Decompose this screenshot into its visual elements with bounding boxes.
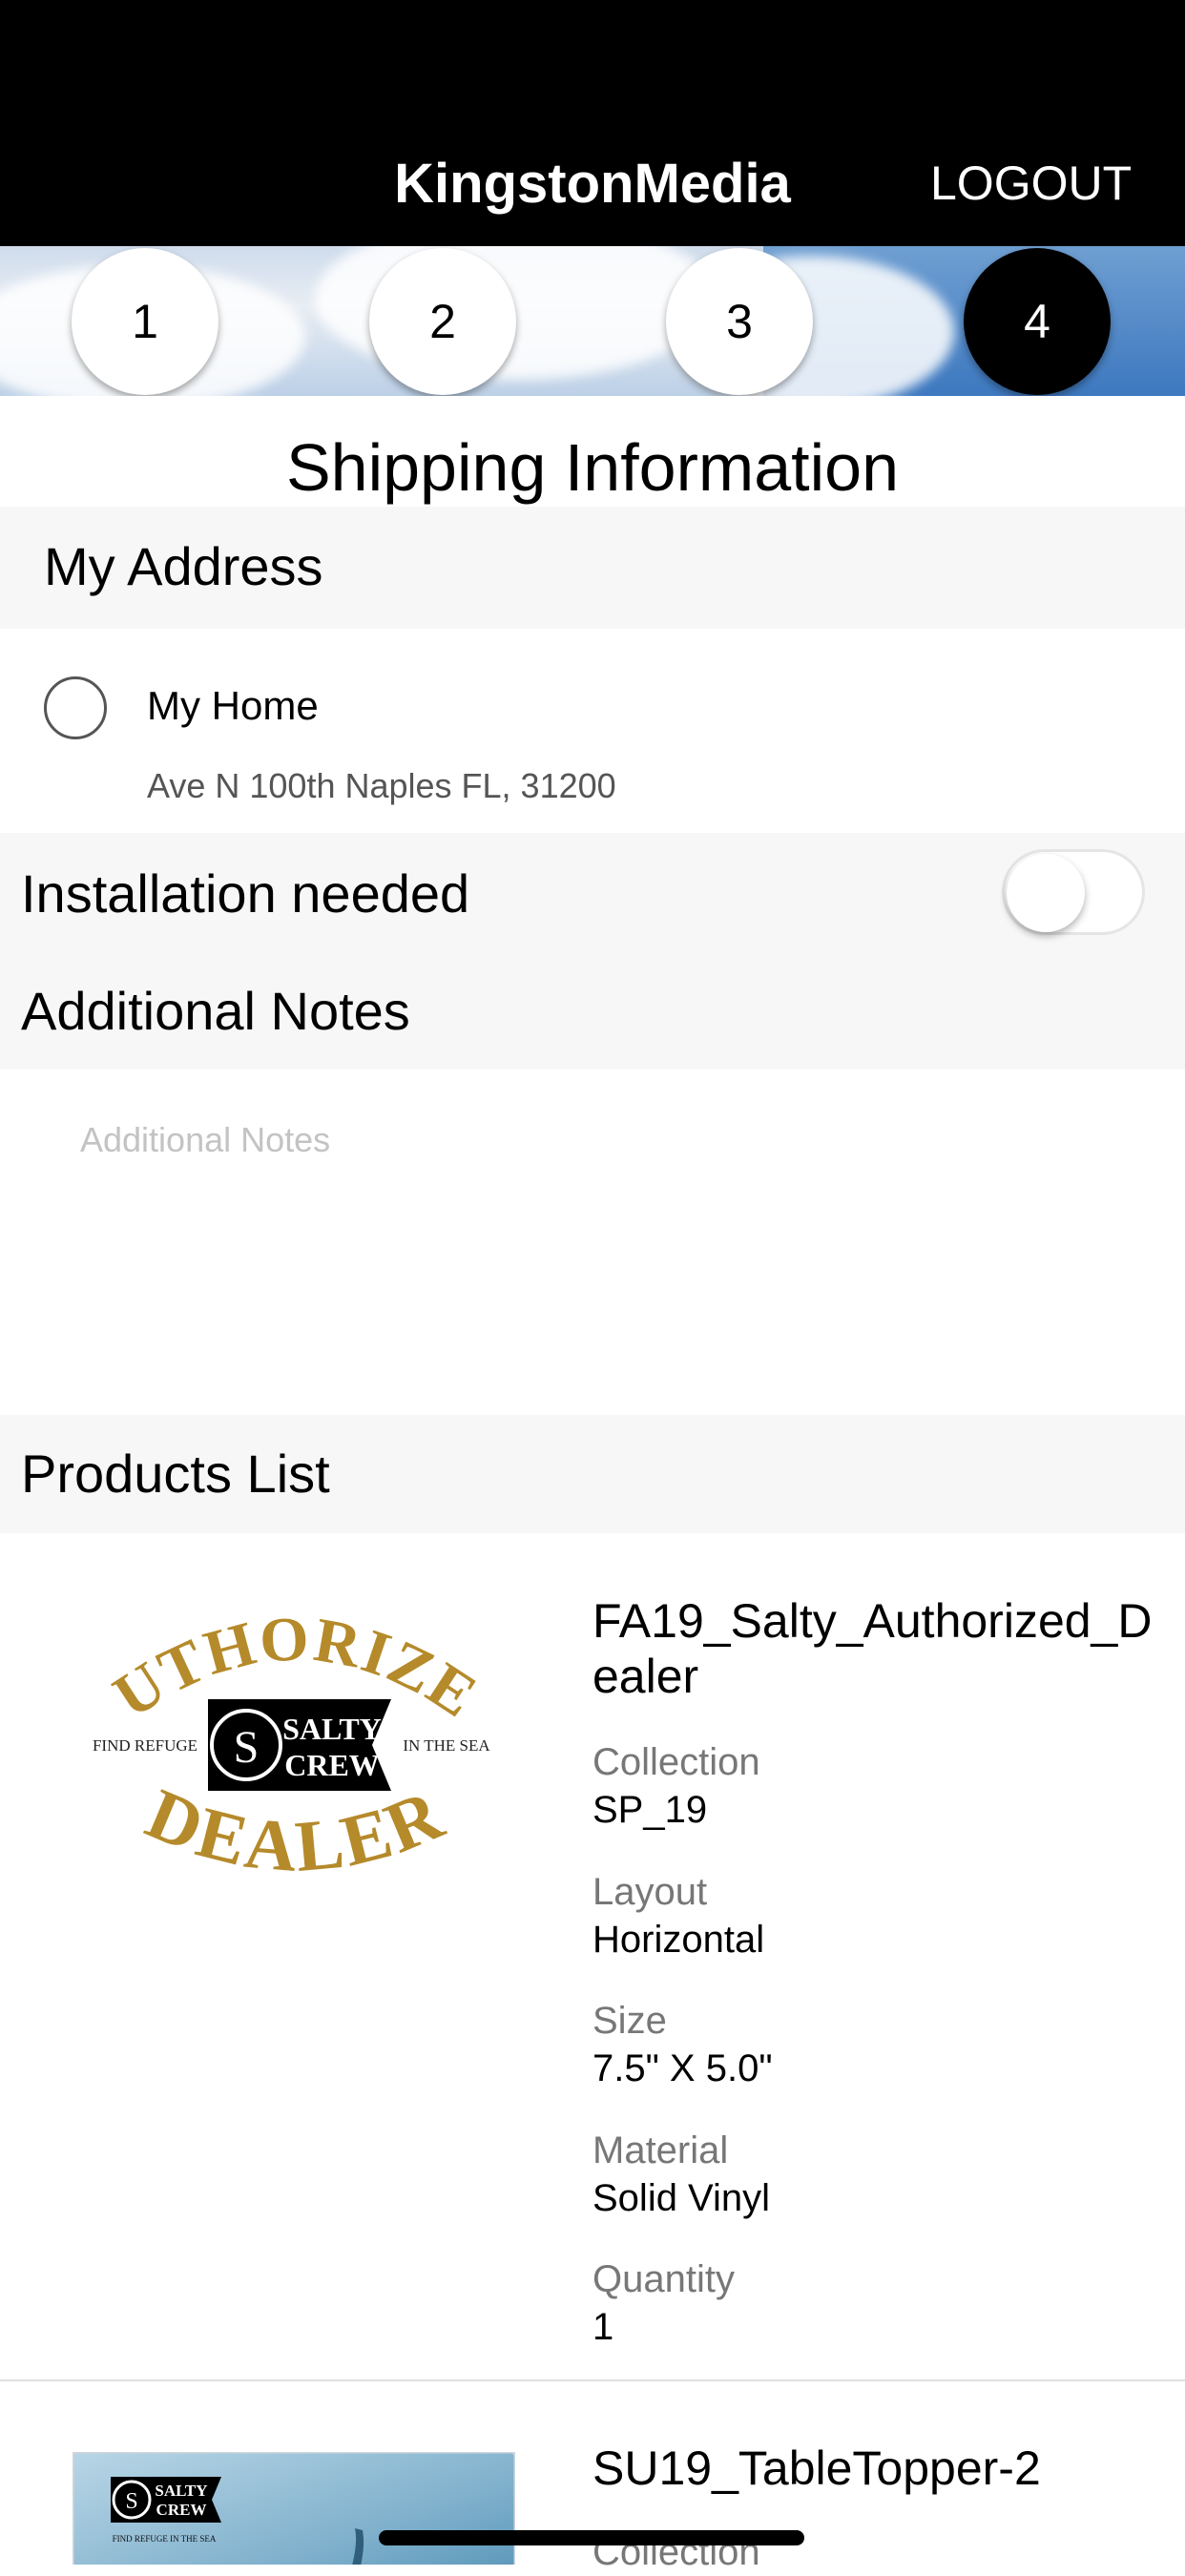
layout-label: Layout	[592, 1871, 708, 1913]
my-address-label: My Address	[44, 536, 323, 596]
toggle-knob	[1007, 854, 1085, 932]
logo-s-mark: S	[234, 1722, 260, 1773]
step-indicator: 1 2 3 4	[0, 246, 1185, 396]
home-indicator	[379, 2530, 804, 2545]
collection-value: SP_19	[592, 1789, 708, 1831]
products-list-label: Products List	[21, 1444, 330, 1504]
material-value: Solid Vinyl	[592, 2177, 771, 2219]
address-radio[interactable]	[44, 676, 107, 739]
step-4[interactable]: 4	[964, 248, 1111, 395]
additional-notes-label: Additional Notes	[21, 981, 410, 1041]
thumbnail-tagline: FIND REFUGE IN THE SEA	[113, 2534, 217, 2544]
size-value: 7.5" X 5.0"	[592, 2047, 773, 2089]
step-2[interactable]: 2	[369, 248, 516, 395]
step-3[interactable]: 3	[666, 248, 813, 395]
page-title: Shipping Information	[285, 430, 900, 505]
installation-toggle[interactable]	[1002, 849, 1145, 935]
material-label: Material	[592, 2129, 729, 2171]
size-label: Size	[592, 2000, 667, 2042]
products-list-header: Products List	[0, 1415, 1185, 1533]
options-band: Installation needed Additional Notes	[0, 833, 1185, 1070]
collection-label: Collection	[592, 1741, 760, 1783]
logo-left-text: FIND REFUGE	[93, 1736, 198, 1755]
quantity-value: 1	[592, 2306, 614, 2348]
tabletopper-thumbnail: S SALTY CREW FIND REFUGE IN THE SEA	[73, 2452, 515, 2565]
layout-value: Horizontal	[592, 1919, 765, 1961]
authorized-dealer-logo: AUTHORIZED DEALER FIND REFUGE IN THE SEA…	[62, 1533, 490, 1887]
product-name: SU19_TableTopper-2	[592, 2441, 1041, 2495]
product-divider	[0, 2379, 1185, 2381]
product-image-tabletopper[interactable]: S SALTY CREW FIND REFUGE IN THE SEA	[73, 2452, 515, 2565]
logo-right-text: IN THE SEA	[403, 1736, 490, 1755]
step-1[interactable]: 1	[72, 248, 218, 395]
installation-label: Installation needed	[21, 863, 470, 924]
address-line: Ave N 100th Naples FL, 31200	[147, 766, 616, 805]
top-header: KingstonMedia LOGOUT	[0, 0, 1185, 246]
product-name: FA19_Salty_Authorized_Dealer	[592, 1594, 1153, 1703]
my-address-header: My Address	[0, 507, 1185, 629]
thumbnail-s-mark: S	[125, 2489, 137, 2514]
logout-button[interactable]: LOGOUT	[930, 155, 1132, 212]
address-name[interactable]: My Home	[147, 681, 319, 731]
thumbnail-brand-line1: SALTY	[155, 2482, 207, 2500]
product-image-authorized-dealer[interactable]: AUTHORIZED DEALER FIND REFUGE IN THE SEA…	[62, 1533, 506, 1913]
logo-brand-line2: CREW	[284, 1748, 380, 1782]
quantity-label: Quantity	[592, 2258, 735, 2300]
logo-brand-line1: SALTY	[282, 1712, 382, 1746]
additional-notes-input[interactable]	[57, 1107, 1107, 1393]
thumbnail-brand-line2: CREW	[156, 2501, 207, 2519]
